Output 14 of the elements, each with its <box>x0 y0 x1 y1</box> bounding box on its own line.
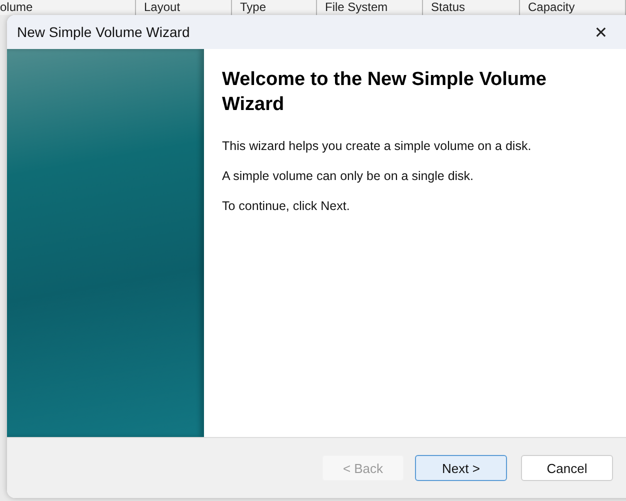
cancel-button[interactable]: Cancel <box>521 455 613 481</box>
description-text: A simple volume can only be on a single disk. <box>222 169 475 183</box>
column-header: olume <box>0 0 33 14</box>
column-header: Status <box>431 0 466 14</box>
window-title: New Simple Volume Wizard <box>17 24 190 40</box>
close-button[interactable]: ✕ <box>586 19 616 45</box>
column-header: Layout <box>144 0 180 14</box>
column-header: Capacity <box>528 0 575 14</box>
wizard-heading: Welcome to the New Simple Volume Wizard <box>222 68 548 117</box>
description-text: This wizard helps you create a simple volume on a disk. <box>222 139 532 153</box>
column-header: File System <box>325 0 388 14</box>
column-header: Type <box>240 0 266 14</box>
description-text: To continue, click Next. <box>222 199 351 213</box>
next-button[interactable]: Next > <box>415 455 507 481</box>
